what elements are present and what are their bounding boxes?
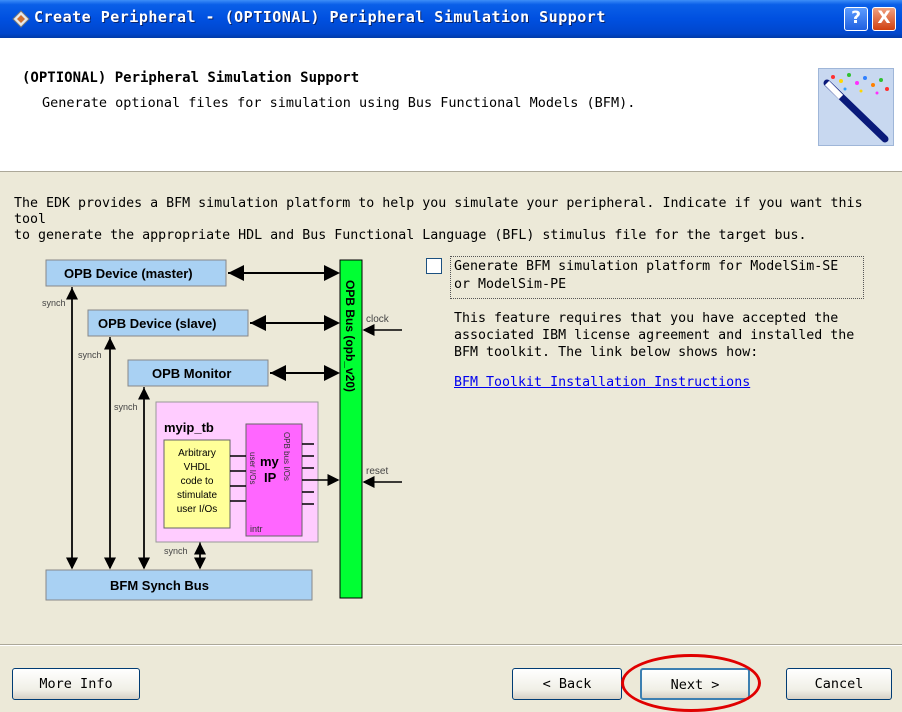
opb-master-label: OPB Device (master): [64, 266, 193, 281]
back-button[interactable]: < Back: [512, 668, 622, 700]
intr-label: intr: [250, 524, 263, 534]
wizard-wand-icon: [818, 68, 894, 146]
next-button[interactable]: Next >: [640, 668, 750, 700]
ip-line-1: my: [260, 454, 280, 469]
feature-line-3: BFM toolkit. The link below shows how:: [454, 345, 759, 360]
arb-line-3: code to: [181, 476, 214, 487]
checkbox-line-1: Generate BFM simulation platform for Mod…: [454, 259, 839, 274]
window-icon: [12, 10, 30, 28]
synch-label-1: synch: [42, 298, 66, 308]
intro-line-1: The EDK provides a BFM simulation platfo…: [14, 196, 863, 227]
opb-monitor-label: OPB Monitor: [152, 366, 231, 381]
synch-label-4: synch: [164, 546, 188, 556]
arb-line-5: user I/Os: [177, 504, 218, 515]
reset-label: reset: [366, 466, 388, 477]
bus-ios-label: OPB bus I/Os: [282, 432, 291, 481]
wizard-header: (OPTIONAL) Peripheral Simulation Support…: [0, 38, 902, 172]
page-subtitle: Generate optional files for simulation u…: [42, 95, 636, 111]
bfm-checkbox[interactable]: [426, 258, 442, 274]
cancel-button[interactable]: Cancel: [786, 668, 892, 700]
bfm-synch-bus-label: BFM Synch Bus: [110, 578, 209, 593]
more-info-button[interactable]: More Info: [12, 668, 140, 700]
user-ios-label: user I/Os: [248, 452, 257, 484]
feature-description: This feature requires that you have acce…: [454, 310, 894, 361]
arb-line-4: stimulate: [177, 490, 217, 501]
footer-divider: [0, 644, 902, 646]
checkbox-line-2: or ModelSim-PE: [454, 277, 567, 292]
window-title: Create Peripheral - (OPTIONAL) Periphera…: [34, 8, 606, 26]
intro-line-2: to generate the appropriate HDL and Bus …: [14, 228, 807, 243]
bfm-checkbox-label[interactable]: Generate BFM simulation platform for Mod…: [450, 256, 864, 299]
bfm-diagram: OPB Bus (opb_v20) BFM Synch Bus OPB Devi…: [42, 259, 402, 601]
title-bar[interactable]: Create Peripheral - (OPTIONAL) Periphera…: [0, 0, 902, 38]
bfm-install-link[interactable]: BFM Toolkit Installation Instructions: [454, 375, 750, 390]
arb-line-1: Arbitrary: [178, 448, 216, 459]
opb-slave-label: OPB Device (slave): [98, 316, 217, 331]
clock-label: clock: [366, 314, 390, 325]
synch-label-2: synch: [78, 350, 102, 360]
feature-line-2: associated IBM license agreement and ins…: [454, 328, 855, 343]
help-button[interactable]: ?: [844, 7, 868, 31]
intro-text: The EDK provides a BFM simulation platfo…: [14, 196, 894, 244]
opb-bus-label: OPB Bus (opb_v20): [343, 280, 357, 392]
close-button[interactable]: X: [872, 7, 896, 31]
synch-label-3: synch: [114, 402, 138, 412]
myip-tb-label: myip_tb: [164, 420, 214, 435]
feature-line-1: This feature requires that you have acce…: [454, 311, 839, 326]
page-title: (OPTIONAL) Peripheral Simulation Support: [22, 70, 360, 86]
ip-line-2: IP: [264, 470, 277, 485]
arb-line-2: VHDL: [184, 462, 211, 473]
